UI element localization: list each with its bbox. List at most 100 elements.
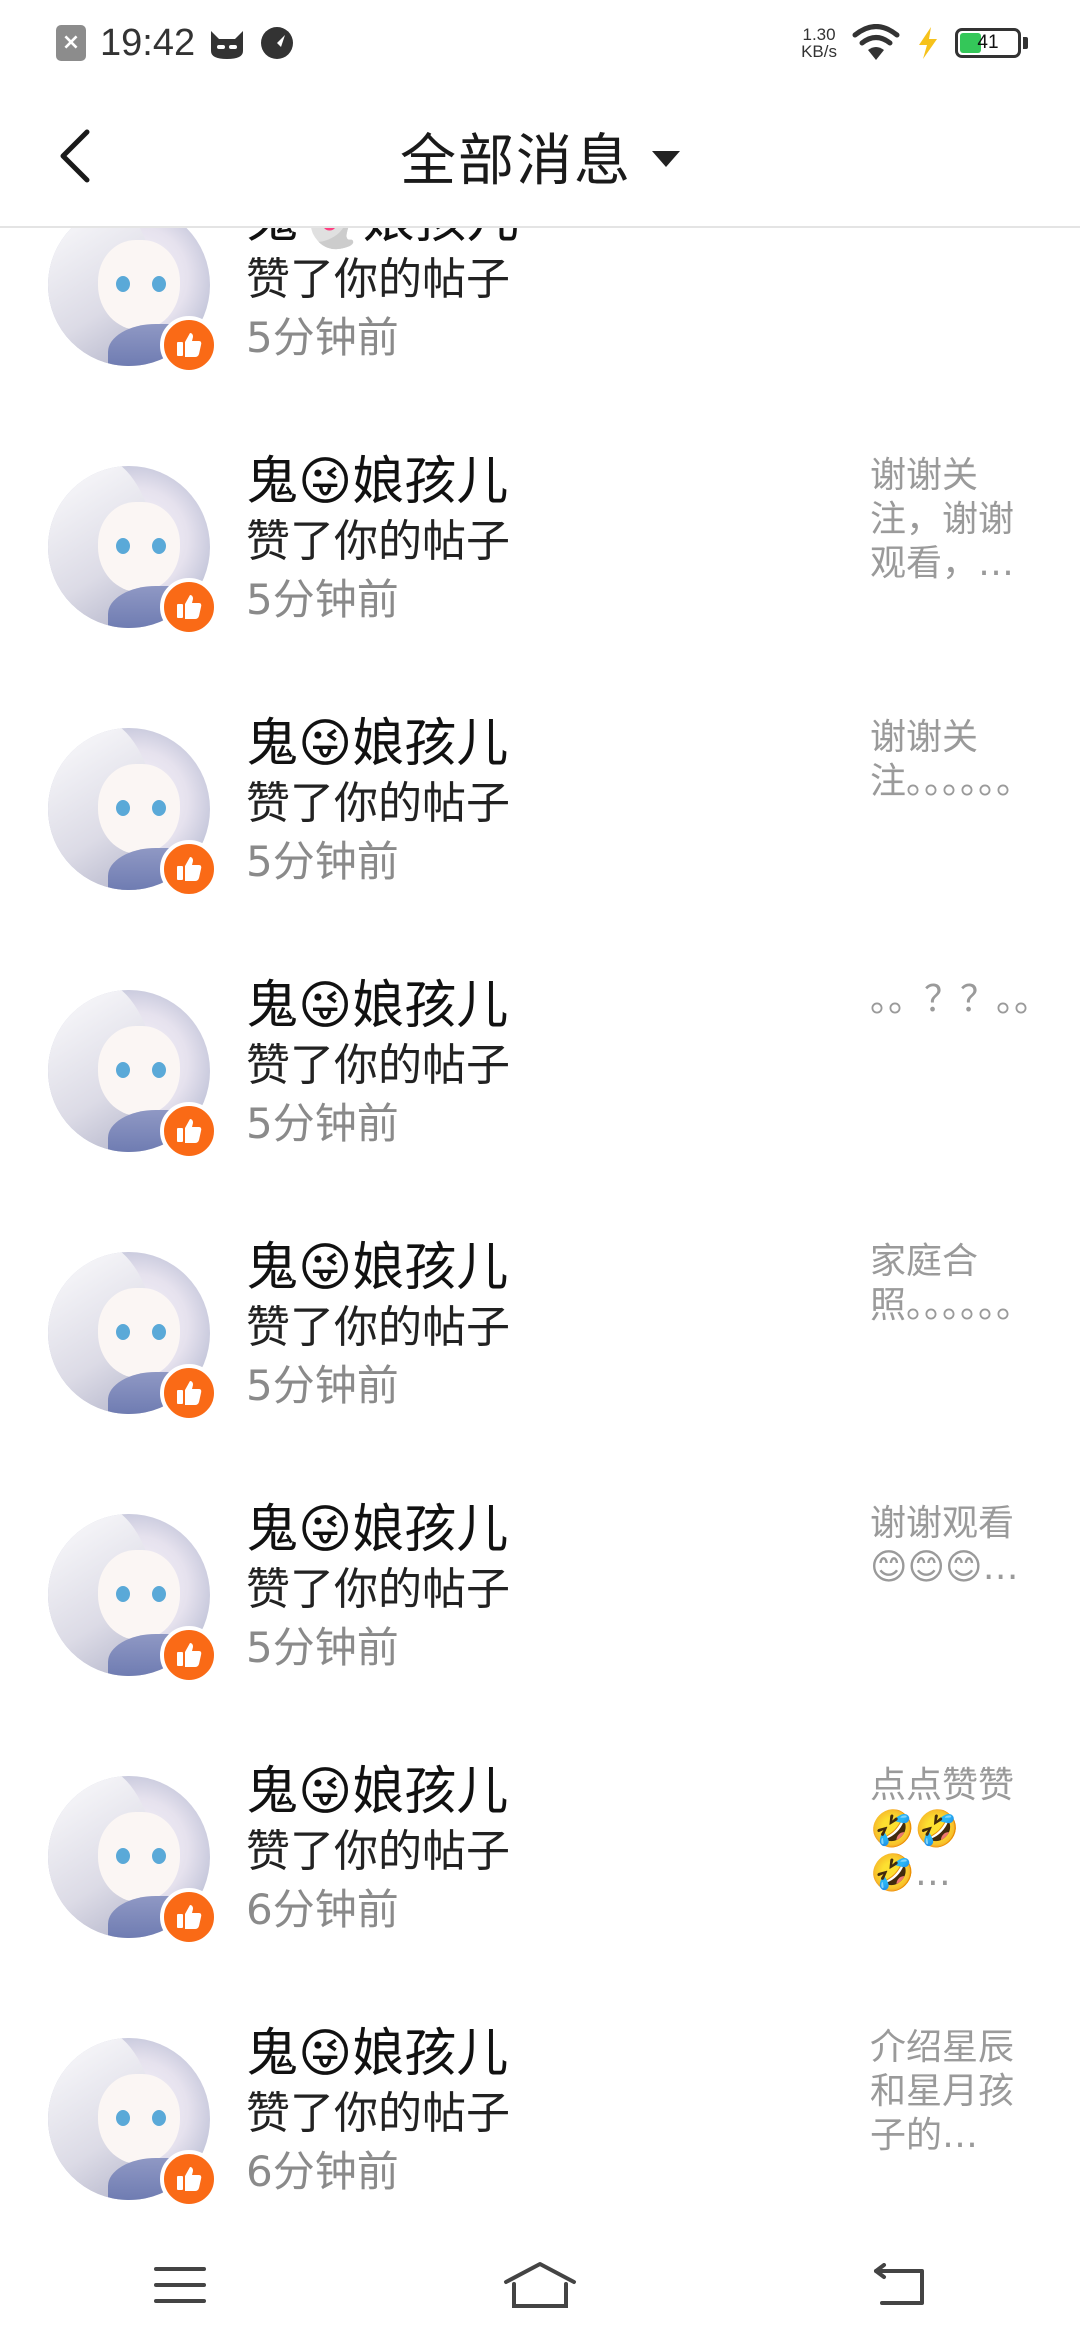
notification-action: 赞了你的帖子	[246, 1564, 510, 1615]
avatar-eye	[116, 800, 130, 816]
avatar-eye	[152, 1586, 166, 1602]
avatar-eye	[116, 538, 130, 554]
message-filter-dropdown[interactable]: 全部消息	[0, 86, 1080, 226]
notification-item[interactable]: 鬼😜娘孩儿 赞了你的帖子 5分钟前 家庭合照。。。。。。…	[0, 1196, 1080, 1458]
notification-item[interactable]: 鬼😜娘孩儿 赞了你的帖子 5分钟前 谢谢关注。。。。。。…	[0, 672, 1080, 934]
home-icon	[504, 2262, 576, 2308]
thumbs-up-icon	[177, 1905, 202, 1929]
system-back-button[interactable]	[840, 2240, 960, 2330]
network-speed-unit: KB/s	[801, 42, 837, 61]
post-preview[interactable]: 点点赞赞🤣🤣🤣…	[870, 1764, 1030, 1896]
notification-time: 5分钟前	[246, 1361, 399, 1410]
avatar-eye	[116, 2110, 130, 2126]
clock-time: 19:42	[100, 21, 196, 64]
avatar-eye	[152, 1062, 166, 1078]
notification-list-content: 鬼👻娘孩儿 赞了你的帖子 5分钟前 。。。。。。。。。。 鬼😜娘孩儿 赞了你的帖…	[0, 228, 1080, 2230]
avatar-eye	[152, 1848, 166, 1864]
user-name[interactable]: 鬼😜娘孩儿	[246, 1496, 806, 1564]
avatar-face	[98, 1288, 180, 1378]
like-badge	[160, 1364, 218, 1422]
thumbs-up-icon	[177, 595, 202, 619]
charging-bolt-icon	[919, 27, 937, 59]
compass-icon	[261, 27, 294, 59]
network-speed-value: 1.30	[802, 25, 836, 44]
post-preview[interactable]: 家庭合照。。。。。。…	[870, 1240, 1030, 1328]
status-right: 1.30 KB/s 41	[801, 20, 1028, 66]
menu-button[interactable]	[120, 2240, 240, 2330]
back-icon	[874, 2263, 924, 2305]
network-speed: 1.30 KB/s	[801, 26, 837, 60]
post-preview[interactable]: 。。。。。。。。。。	[870, 228, 1030, 236]
like-badge	[160, 840, 218, 898]
avatar-face	[98, 502, 180, 592]
avatar-eye	[152, 2110, 166, 2126]
caret-down-icon	[652, 151, 680, 167]
like-badge	[160, 1626, 218, 1684]
user-name[interactable]: 鬼😜娘孩儿	[246, 710, 806, 778]
notification-text: 鬼😜娘孩儿 赞了你的帖子 5分钟前	[246, 448, 806, 630]
avatar-eye	[152, 538, 166, 554]
status-bar: × 19:42 1.30 KB/s 41	[0, 0, 1080, 86]
avatar-face	[98, 2074, 180, 2164]
post-preview[interactable]: 。。？？。。。。。。…	[870, 978, 1030, 1022]
thumbs-up-icon	[177, 1643, 202, 1667]
battery-indicator: 41	[955, 28, 1028, 58]
notification-close-icon: ×	[56, 25, 86, 61]
notification-item[interactable]: 鬼👻娘孩儿 赞了你的帖子 5分钟前 。。。。。。。。。。	[0, 228, 1080, 410]
avatar-eye	[116, 1324, 130, 1340]
battery-body: 41	[955, 28, 1021, 58]
notification-time: 5分钟前	[246, 1623, 399, 1672]
user-name[interactable]: 鬼😜娘孩儿	[246, 972, 806, 1040]
page-title: 全部消息	[400, 128, 632, 194]
avatar-face	[98, 1812, 180, 1902]
notification-action: 赞了你的帖子	[246, 1302, 510, 1353]
like-badge	[160, 2150, 218, 2208]
notification-text: 鬼😜娘孩儿 赞了你的帖子 5分钟前	[246, 972, 806, 1154]
thumbs-up-icon	[177, 1119, 202, 1143]
notification-item[interactable]: 鬼😜娘孩儿 赞了你的帖子 5分钟前 谢谢关注，谢谢观看，…	[0, 410, 1080, 672]
avatar-eye	[116, 1062, 130, 1078]
notification-item[interactable]: 鬼😜娘孩儿 赞了你的帖子 6分钟前 点点赞赞🤣🤣🤣…	[0, 1720, 1080, 1982]
notification-action: 赞了你的帖子	[246, 516, 510, 567]
user-name[interactable]: 鬼😜娘孩儿	[246, 1758, 806, 1826]
battery-level-text: 41	[977, 32, 999, 53]
notification-list[interactable]: 鬼👻娘孩儿 赞了你的帖子 5分钟前 。。。。。。。。。。 鬼😜娘孩儿 赞了你的帖…	[0, 228, 1080, 2230]
notification-text: 鬼😜娘孩儿 赞了你的帖子 5分钟前	[246, 1234, 806, 1416]
avatar-eye	[152, 800, 166, 816]
thumbs-up-icon	[177, 1381, 202, 1405]
notification-item[interactable]: 鬼😜娘孩儿 赞了你的帖子 5分钟前 。。？？。。。。。。…	[0, 934, 1080, 1196]
post-preview[interactable]: 介绍星辰和星月孩子的…	[870, 2026, 1030, 2158]
user-name[interactable]: 鬼😜娘孩儿	[246, 1234, 806, 1302]
notification-item[interactable]: 鬼😜娘孩儿 赞了你的帖子 6分钟前 介绍星辰和星月孩子的…	[0, 1982, 1080, 2230]
notification-text: 鬼😜娘孩儿 赞了你的帖子 6分钟前	[246, 2020, 806, 2202]
user-name[interactable]: 鬼😜娘孩儿	[246, 448, 806, 516]
notification-text: 鬼👻娘孩儿 赞了你的帖子 5分钟前	[246, 228, 806, 368]
notification-item[interactable]: 鬼😜娘孩儿 赞了你的帖子 5分钟前 谢谢观看😊😊😊…	[0, 1458, 1080, 1720]
user-name[interactable]: 鬼😜娘孩儿	[246, 2020, 806, 2088]
avatar-eye	[116, 276, 130, 292]
notification-time: 5分钟前	[246, 1099, 399, 1148]
user-name[interactable]: 鬼👻娘孩儿	[246, 228, 806, 254]
like-badge	[160, 1888, 218, 1946]
notification-action: 赞了你的帖子	[246, 254, 510, 305]
avatar-eye	[116, 1586, 130, 1602]
battery-cap	[1023, 37, 1028, 49]
notification-time: 6分钟前	[246, 2147, 399, 2196]
notification-time: 5分钟前	[246, 837, 399, 886]
avatar-face	[98, 764, 180, 854]
avatar-eye	[152, 1324, 166, 1340]
like-badge	[160, 1102, 218, 1160]
avatar-eye	[152, 276, 166, 292]
post-preview[interactable]: 谢谢关注。。。。。。…	[870, 716, 1030, 804]
notification-action: 赞了你的帖子	[246, 2088, 510, 2139]
top-app-bar: 全部消息	[0, 86, 1080, 228]
home-button[interactable]	[480, 2240, 600, 2330]
post-preview[interactable]: 谢谢观看😊😊😊…	[870, 1502, 1030, 1590]
notification-text: 鬼😜娘孩儿 赞了你的帖子 5分钟前	[246, 1496, 806, 1678]
notification-action: 赞了你的帖子	[246, 778, 510, 829]
notification-action: 赞了你的帖子	[246, 1040, 510, 1091]
avatar-face	[98, 1026, 180, 1116]
like-badge	[160, 316, 218, 374]
post-preview[interactable]: 谢谢关注，谢谢观看，…	[870, 454, 1030, 586]
thumbs-up-icon	[177, 333, 202, 357]
